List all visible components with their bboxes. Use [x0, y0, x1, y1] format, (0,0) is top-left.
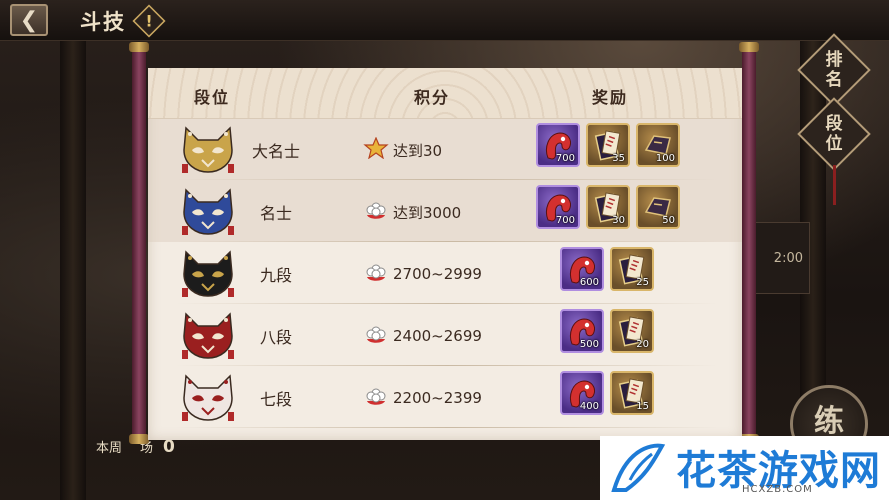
weekly-value: 0 — [163, 437, 175, 457]
flower-icon — [363, 199, 393, 225]
ranking-label-1: 排 — [825, 50, 843, 70]
reward-item[interactable]: 50 — [636, 185, 680, 229]
reward-quantity: 400 — [579, 401, 599, 412]
reward-list: 700 30 50 — [536, 185, 680, 229]
rank-mask-icon — [180, 186, 236, 238]
reward-quantity: 700 — [555, 215, 575, 226]
rank-row: 名士 达到3000 700 30 50 — [148, 180, 742, 242]
reward-item[interactable]: 20 — [610, 309, 654, 353]
rank-name: 七段 — [260, 390, 293, 409]
back-arrow-icon: ❮ — [19, 8, 39, 33]
rank-name: 八段 — [260, 328, 293, 347]
score-value: 达到30 — [393, 141, 443, 160]
weekly-label: 本周 — [96, 441, 123, 456]
score-value: 2200~2399 — [393, 389, 482, 407]
reward-item[interactable]: 100 — [636, 123, 680, 167]
back-button[interactable]: ❮ — [10, 4, 48, 36]
column-rank: 段位 — [194, 88, 231, 107]
flower-icon — [363, 261, 393, 287]
reward-list: 500 20 — [560, 309, 654, 353]
reward-quantity: 30 — [612, 215, 625, 226]
reward-item[interactable]: 600 — [560, 247, 604, 291]
rank-row: 八段 2400~2699 500 20 — [148, 304, 742, 366]
watermark-url: HCXZB.COM — [742, 484, 813, 495]
score-value: 2400~2699 — [393, 327, 482, 345]
top-bar: ❮ 斗技 ! — [0, 0, 889, 41]
background-pillar — [60, 40, 86, 500]
scroll-rod-left — [129, 42, 149, 444]
score-requirement: 2400~2699 — [363, 323, 482, 349]
flower-icon — [363, 385, 393, 411]
tassel — [833, 165, 836, 205]
timer-text: 2:00 — [752, 222, 810, 294]
reward-item[interactable]: 400 — [560, 371, 604, 415]
reward-list: 400 15 — [560, 371, 654, 415]
reward-quantity: 700 — [555, 153, 575, 164]
star-rank-icon — [363, 136, 393, 163]
warning-button[interactable]: ! — [132, 4, 166, 38]
warning-icon: ! — [145, 11, 153, 31]
watermark-logo-icon — [611, 443, 666, 492]
score-requirement: 达到3000 — [363, 199, 461, 225]
reward-item[interactable]: 30 — [586, 185, 630, 229]
reward-item[interactable]: 35 — [586, 123, 630, 167]
score-value: 2700~2999 — [393, 265, 482, 283]
reward-quantity: 20 — [636, 339, 649, 350]
rank-row: 大名士 达到30 700 35 100 — [148, 118, 742, 180]
rank-name: 大名士 — [252, 142, 301, 161]
reward-item[interactable]: 700 — [536, 185, 580, 229]
rank-row: 七段 2200~2399 400 15 — [148, 366, 742, 428]
rank-label-1: 段 — [825, 114, 843, 134]
column-score: 积分 — [414, 88, 451, 107]
reward-quantity: 35 — [612, 153, 625, 164]
score-value: 达到3000 — [393, 203, 462, 222]
rank-label-2: 位 — [825, 134, 843, 154]
column-rewards: 奖励 — [592, 88, 629, 107]
score-requirement: 2700~2999 — [363, 261, 482, 287]
rank-name: 名士 — [260, 204, 293, 223]
page-title: 斗技 — [80, 10, 126, 34]
reward-item[interactable]: 25 — [610, 247, 654, 291]
reward-quantity: 25 — [636, 277, 649, 288]
reward-quantity: 15 — [636, 401, 649, 412]
reward-item[interactable]: 500 — [560, 309, 604, 353]
reward-quantity: 100 — [655, 153, 675, 164]
rank-reward-panel: 段位 积分 奖励 大名士 达到30 700 35 100 名士 达到3000 700 30 50 九… — [148, 68, 742, 440]
reward-list: 700 35 100 — [536, 123, 680, 167]
table-header: 段位 积分 奖励 — [148, 68, 742, 119]
scroll-rod-right — [739, 42, 759, 444]
flower-icon — [363, 323, 393, 349]
reward-list: 600 25 — [560, 247, 654, 291]
reward-quantity: 600 — [579, 277, 599, 288]
reward-quantity: 500 — [579, 339, 599, 350]
rank-mask-icon — [180, 124, 236, 176]
rank-mask-icon — [180, 248, 236, 300]
ranking-label-2: 名 — [825, 70, 843, 90]
rank-name: 九段 — [260, 266, 293, 285]
score-requirement: 达到30 — [363, 136, 443, 163]
score-requirement: 2200~2399 — [363, 385, 482, 411]
rank-mask-icon — [180, 310, 236, 362]
rank-mask-icon — [180, 372, 236, 424]
reward-quantity: 50 — [662, 215, 675, 226]
reward-item[interactable]: 15 — [610, 371, 654, 415]
reward-item[interactable]: 700 — [536, 123, 580, 167]
rank-row: 九段 2700~2999 600 25 — [148, 242, 742, 304]
row-divider — [176, 427, 718, 428]
